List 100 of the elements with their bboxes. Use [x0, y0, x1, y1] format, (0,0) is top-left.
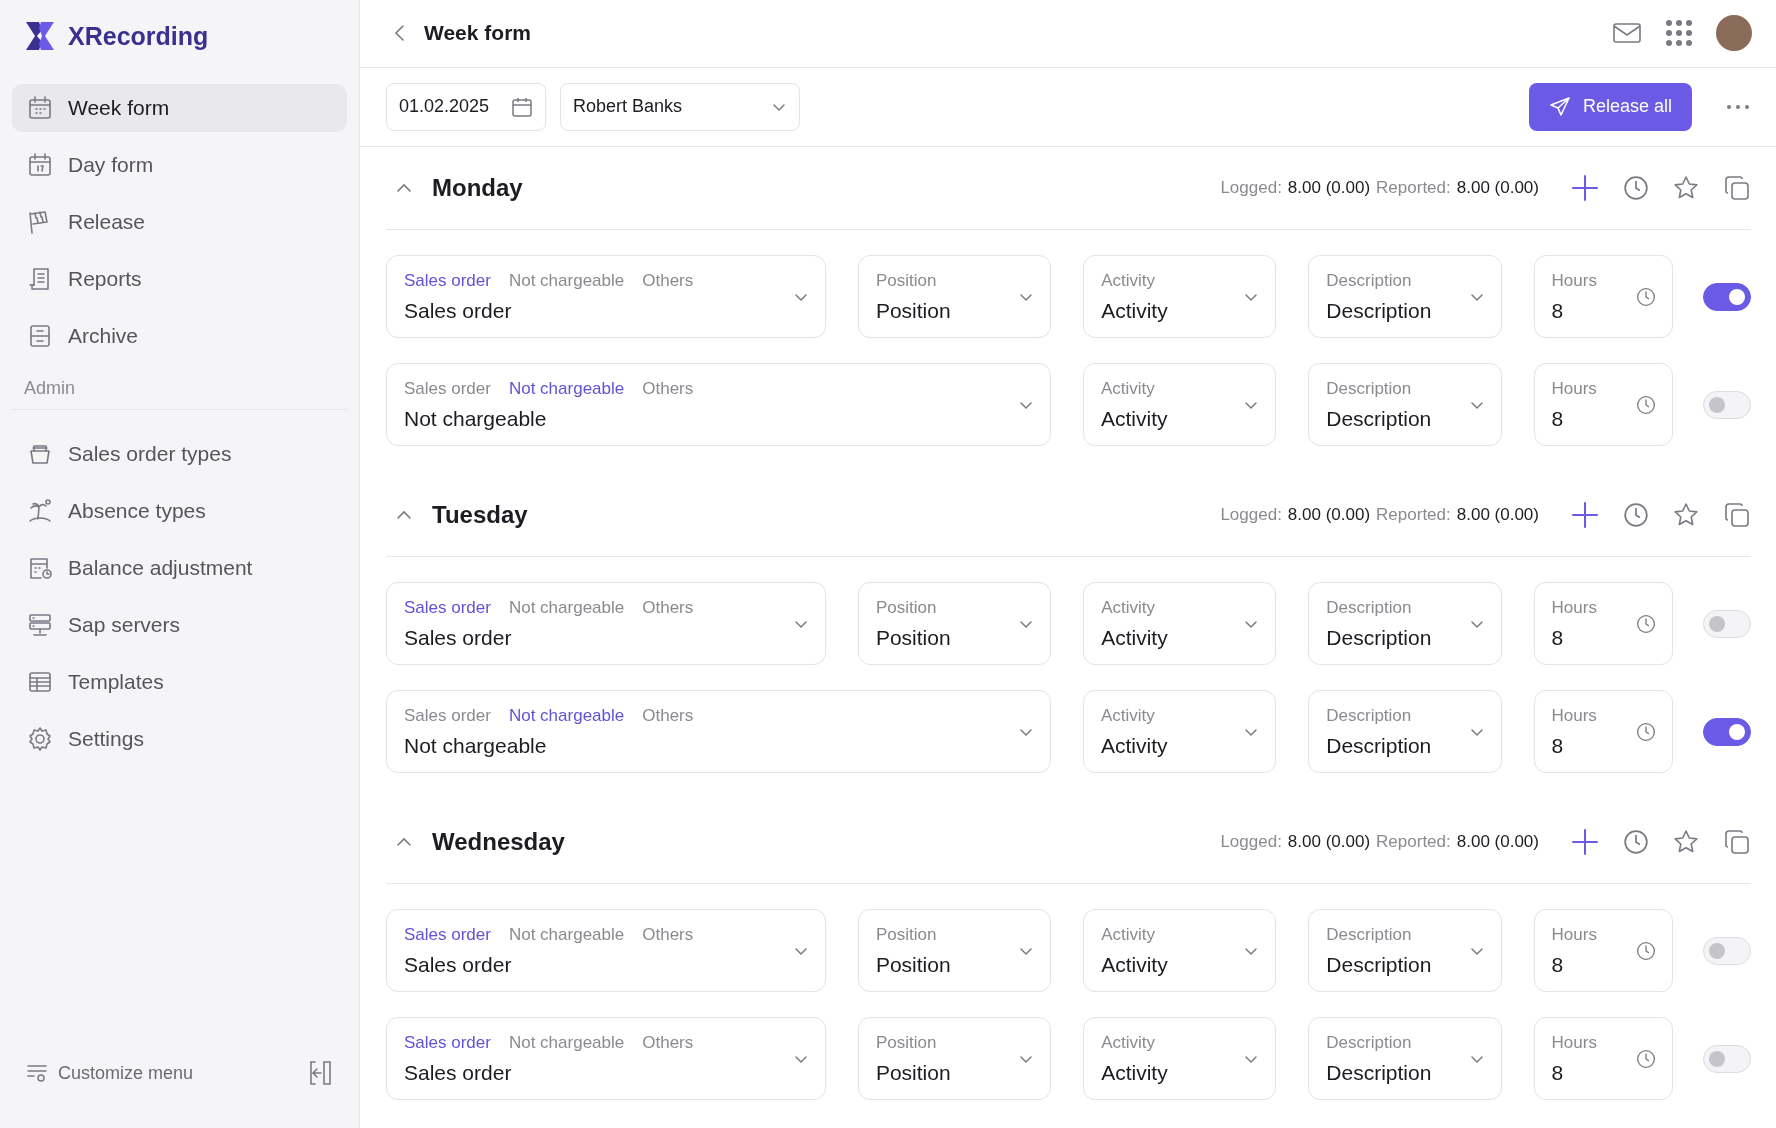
position-dropdown[interactable]: Position Position [857, 255, 1052, 338]
field-value: 8 [1551, 1060, 1565, 1085]
field-value: Position [875, 625, 952, 650]
field-value: Not chargeable [404, 733, 548, 758]
position-dropdown[interactable]: Position Position [857, 1017, 1052, 1100]
activity-dropdown[interactable]: Activity Activity [1083, 582, 1277, 665]
field-value: 8 [1551, 625, 1565, 650]
hours-field[interactable]: Hours 8 [1533, 363, 1673, 446]
add-icon[interactable] [1571, 174, 1599, 202]
position-dropdown[interactable]: Position Position [857, 909, 1052, 992]
order-type-dropdown[interactable]: Sales order Not chargeable Others Not chargeable [386, 363, 1051, 446]
copy-icon[interactable] [1723, 501, 1751, 529]
activity-dropdown[interactable]: Activity Activity [1083, 255, 1277, 338]
hours-field[interactable]: Hours 8 [1533, 582, 1673, 665]
order-type-tab[interactable]: Not chargeable [508, 597, 625, 618]
order-type-tab[interactable]: Sales order [404, 924, 491, 945]
toggle-switch[interactable] [1703, 717, 1751, 746]
order-type-tab[interactable]: Sales order [404, 378, 491, 399]
star-icon[interactable] [1673, 829, 1699, 855]
add-icon[interactable] [1571, 828, 1599, 856]
order-type-dropdown[interactable]: Sales order Not chargeable Others Sales order [386, 582, 826, 665]
clock-icon[interactable] [1623, 829, 1649, 855]
customize-menu-button[interactable]: Customize menu [26, 1062, 194, 1084]
stat-value: 8.00 (0.00) [1456, 505, 1539, 525]
order-type-tab[interactable]: Others [642, 705, 694, 726]
copy-icon[interactable] [1723, 174, 1751, 202]
field-label: Position [875, 1032, 938, 1053]
clock-icon[interactable] [1623, 502, 1649, 528]
order-type-tab[interactable]: Not chargeable [508, 378, 625, 399]
toggle-switch[interactable] [1703, 282, 1751, 311]
clock-icon [1636, 394, 1656, 415]
field-label: Hours [1551, 924, 1598, 945]
sidebar-item[interactable]: Sales order types [12, 430, 347, 478]
description-dropdown[interactable]: Description Description [1308, 582, 1502, 665]
order-type-tab[interactable]: Sales order [404, 597, 491, 618]
description-dropdown[interactable]: Description Description [1308, 690, 1502, 773]
order-type-tab[interactable]: Sales order [404, 270, 491, 291]
activity-dropdown[interactable]: Activity Activity [1083, 1017, 1277, 1100]
order-type-tab[interactable]: Others [642, 924, 694, 945]
order-type-dropdown[interactable]: Sales order Not chargeable Others Sales order [386, 1017, 826, 1100]
sidebar-item[interactable]: Settings [12, 715, 347, 763]
order-type-tab[interactable]: Not chargeable [508, 705, 625, 726]
activity-dropdown[interactable]: Activity Activity [1083, 363, 1277, 446]
order-type-tab[interactable]: Others [642, 378, 694, 399]
add-icon[interactable] [1571, 501, 1599, 529]
sidebar-item[interactable]: Release [12, 198, 347, 246]
description-dropdown[interactable]: Description Description [1308, 255, 1502, 338]
clock-icon[interactable] [1623, 175, 1649, 201]
sidebar-item[interactable]: Absence types [12, 487, 347, 535]
clock-icon [1636, 286, 1656, 307]
copy-icon[interactable] [1723, 828, 1751, 856]
activity-dropdown[interactable]: Activity Activity [1083, 690, 1277, 773]
order-type-tab[interactable]: Others [642, 270, 694, 291]
order-type-tab[interactable]: Sales order [404, 1032, 491, 1053]
sidebar-item[interactable]: Templates [12, 658, 347, 706]
settings-icon [26, 725, 54, 753]
order-type-tab[interactable]: Sales order [404, 705, 491, 726]
order-type-tab[interactable]: Not chargeable [508, 270, 625, 291]
sidebar-item[interactable]: Reports [12, 255, 347, 303]
order-type-tab[interactable]: Others [642, 1032, 694, 1053]
person-dropdown[interactable]: Robert Banks [560, 82, 800, 131]
mail-icon[interactable] [1612, 21, 1642, 46]
sidebar-item[interactable]: Archive [12, 312, 347, 360]
order-type-tab[interactable]: Not chargeable [508, 1032, 625, 1053]
order-type-dropdown[interactable]: Sales order Not chargeable Others Sales order [386, 255, 826, 338]
field-label: Description [1326, 1032, 1413, 1053]
activity-dropdown[interactable]: Activity Activity [1083, 909, 1277, 992]
order-type-dropdown[interactable]: Sales order Not chargeable Others Not chargeable [386, 690, 1051, 773]
star-icon[interactable] [1673, 502, 1699, 528]
sidebar-item[interactable]: Day form [12, 141, 347, 189]
description-dropdown[interactable]: Description Description [1308, 1017, 1502, 1100]
hours-field[interactable]: Hours 8 [1533, 255, 1673, 338]
description-dropdown[interactable]: Description Description [1308, 363, 1502, 446]
more-icon[interactable] [1726, 103, 1750, 110]
field-label: Activity [1101, 597, 1156, 618]
field-value: Description [1326, 298, 1433, 323]
field-value: Description [1326, 1060, 1433, 1085]
sidebar-item[interactable]: Balance adjustment [12, 544, 347, 592]
field-value: Activity [1101, 298, 1169, 323]
date-field[interactable]: 01.02.2025 [386, 82, 546, 131]
hours-field[interactable]: Hours 8 [1533, 690, 1673, 773]
order-type-dropdown[interactable]: Sales order Not chargeable Others Sales order [386, 909, 826, 992]
field-label: Activity [1101, 924, 1156, 945]
hours-field[interactable]: Hours 8 [1533, 909, 1673, 992]
field-label: Position [875, 270, 938, 291]
field-value: Sales order [404, 952, 513, 977]
star-icon[interactable] [1673, 175, 1699, 201]
hours-field[interactable]: Hours 8 [1533, 1017, 1673, 1100]
position-dropdown[interactable]: Position Position [857, 582, 1052, 665]
release-all-button[interactable]: Release all [1528, 82, 1692, 131]
field-value: 8 [1551, 733, 1565, 758]
apps-grid-icon[interactable] [1666, 20, 1692, 47]
order-type-tab[interactable]: Not chargeable [508, 924, 625, 945]
field-value: Activity [1101, 625, 1169, 650]
description-dropdown[interactable]: Description Description [1308, 909, 1502, 992]
field-value: Description [1326, 733, 1433, 758]
order-type-tab[interactable]: Others [642, 597, 694, 618]
avatar[interactable] [1716, 15, 1752, 52]
sidebar-item[interactable]: Week form [12, 84, 347, 132]
sidebar-item[interactable]: Sap servers [12, 601, 347, 649]
